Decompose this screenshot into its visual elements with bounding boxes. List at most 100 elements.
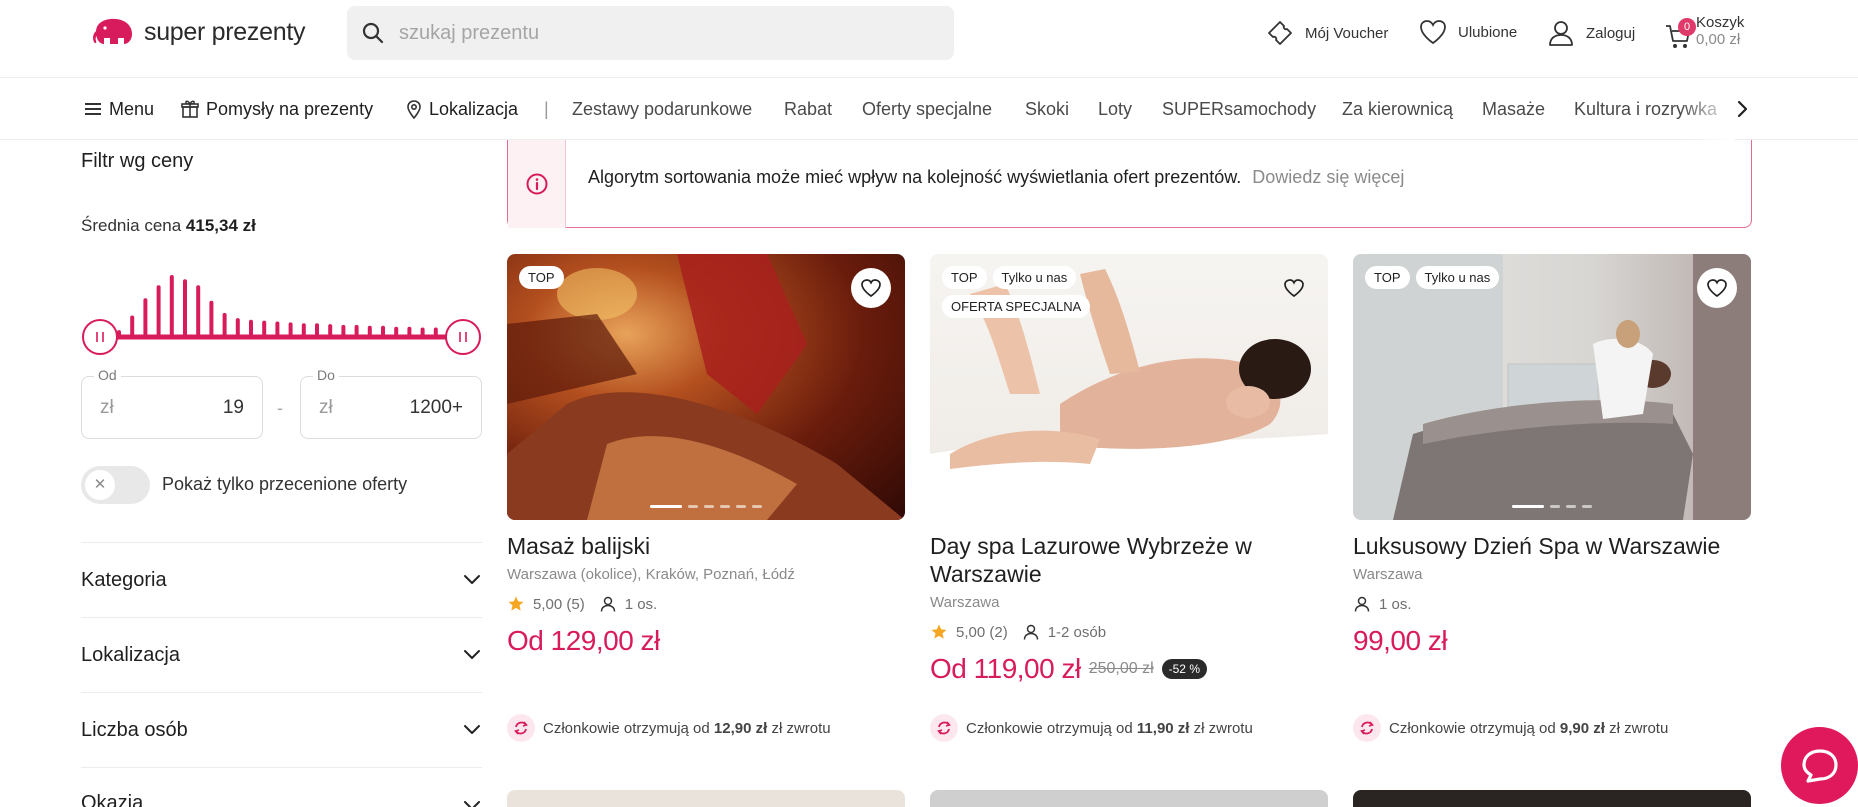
gift-icon (181, 100, 199, 118)
product-price-row: Od 129,00 zł (507, 625, 905, 657)
image-carousel-dots[interactable] (1081, 505, 1177, 508)
histogram-bar (143, 298, 148, 338)
sorting-info-banner: Algorytm sortowania może mieć wpływ na k… (507, 140, 1752, 228)
nav-item-loty[interactable]: Loty (1098, 78, 1132, 140)
product-price: Od 119,00 zł (930, 653, 1081, 684)
product-badge: Tylko u nas (1415, 266, 1500, 289)
chevron-down-icon (464, 725, 480, 734)
learn-more-link[interactable]: Dowiedz się więcej (1252, 167, 1404, 187)
histogram-bar (381, 325, 385, 337)
accordion-category[interactable]: Kategoria (81, 542, 482, 617)
login-link[interactable]: Zaloguj (1546, 18, 1635, 48)
heart-icon (1707, 279, 1727, 298)
product-image[interactable]: TOP Tylko u nas OFERTA SPECJALNA (930, 254, 1328, 520)
spa-room-photo (1353, 254, 1751, 520)
accordion-people[interactable]: Liczba osób (81, 692, 482, 767)
discounted-only-toggle[interactable]: ✕ (81, 466, 150, 504)
range-handle-min[interactable] (82, 319, 118, 355)
image-carousel-dots[interactable] (650, 505, 762, 508)
product-image[interactable]: TOP (507, 254, 905, 520)
person-icon (1023, 624, 1038, 640)
nav-next-button[interactable] (1735, 78, 1749, 140)
histogram-bar (407, 326, 412, 337)
star-icon (931, 624, 947, 639)
product-card[interactable]: TOP Tylko u nas Luksusowy Dzień Spa w Wa… (1353, 254, 1751, 657)
histogram-bar (209, 300, 214, 337)
accordion-category-label: Kategoria (81, 568, 167, 591)
product-people: 1 os. (624, 595, 658, 613)
nav-item-skoki[interactable]: Skoki (1025, 78, 1069, 140)
nav-location[interactable]: Lokalizacja (405, 78, 518, 140)
histogram-bar (275, 321, 280, 337)
image-carousel-dots[interactable] (1512, 505, 1592, 508)
range-handle-max[interactable] (445, 319, 481, 355)
nav-separator: | (544, 98, 549, 119)
favorites-link[interactable]: Ulubione (1418, 18, 1517, 46)
product-badge: TOP (1365, 266, 1410, 289)
price-histogram[interactable] (81, 265, 482, 355)
accordion-occasion[interactable]: Okazja (81, 767, 482, 807)
chat-button[interactable] (1781, 727, 1858, 804)
cart-link[interactable]: 0 Koszyk 0,00 zł (1664, 14, 1744, 48)
product-title[interactable]: Masaż balijski (507, 532, 905, 560)
product-price: Od 129,00 zł (507, 625, 660, 656)
price-from-label: Od (94, 367, 121, 383)
product-title[interactable]: Luksusowy Dzień Spa w Warszawie (1353, 532, 1751, 560)
nav-menu[interactable]: Menu (83, 78, 154, 140)
product-badge: Tylko u nas (992, 266, 1077, 289)
product-card-peek[interactable] (1353, 790, 1751, 807)
cashback-suffix: zł zwrotu (1193, 719, 1253, 737)
logo[interactable]: super prezenty (90, 16, 305, 48)
product-meta: 5,00 (2) 1-2 osób (930, 623, 1328, 641)
product-card[interactable]: TOP Tylko u nas OFERTA SPECJALNA Day spa… (930, 254, 1328, 685)
nav-item-masaze[interactable]: Masaże (1482, 78, 1545, 140)
category-nav: Menu Pomysły na prezenty Lokalizacja | Z… (0, 78, 1858, 140)
product-badges: TOP Tylko u nas OFERTA SPECJALNA (942, 266, 1172, 318)
nav-item-supersamochody[interactable]: SUPERsamochody (1162, 78, 1316, 140)
cart-count-badge: 0 (1678, 18, 1696, 36)
product-image[interactable]: TOP Tylko u nas (1353, 254, 1751, 520)
price-from-field[interactable]: Od zł 19 (81, 367, 263, 439)
favorite-button[interactable] (1697, 268, 1737, 308)
histogram-bar (341, 324, 346, 337)
product-card[interactable]: TOP Masaż balijski Warszawa (okolice), K… (507, 254, 905, 657)
histogram-bar (169, 275, 174, 337)
product-badges: TOP Tylko u nas (1365, 266, 1595, 289)
cashback-prefix: Członkowie otrzymują od (966, 719, 1133, 737)
location-pin-icon (407, 100, 421, 119)
product-title[interactable]: Day spa Lazurowe Wybrzeże w Warszawie (930, 532, 1328, 588)
product-rating: 5,00 (2) (956, 623, 1008, 641)
star-icon (508, 596, 524, 611)
price-from-value[interactable]: 19 (223, 397, 244, 419)
product-location: Warszawa (okolice), Kraków, Poznań, Łódź (507, 566, 795, 583)
product-badge: OFERTA SPECJALNA (942, 295, 1091, 318)
nav-gift-ideas[interactable]: Pomysły na prezenty (180, 78, 373, 140)
cashback-info: Członkowie otrzymują od 11,90 zł zł zwro… (930, 714, 1253, 742)
histogram-bar (301, 323, 306, 337)
voucher-link[interactable]: Mój Voucher (1265, 18, 1388, 48)
nav-item-rabat[interactable]: Rabat (784, 78, 832, 140)
nav-item-za-kierownica[interactable]: Za kierownicą (1342, 78, 1453, 140)
histogram-bar (249, 319, 253, 337)
product-card-peek[interactable] (930, 790, 1328, 807)
accordion-location[interactable]: Lokalizacja (81, 617, 482, 692)
price-to-value[interactable]: 1200+ (410, 397, 463, 419)
search-input[interactable] (399, 21, 919, 45)
heart-icon (1420, 20, 1446, 45)
price-to-field[interactable]: Do zł 1200+ (300, 367, 482, 439)
product-old-price: 250,00 zł (1088, 660, 1154, 677)
cashback-prefix: Członkowie otrzymują od (1389, 719, 1556, 737)
cashback-amount: 12,90 zł (713, 719, 768, 737)
search-bar[interactable] (347, 6, 954, 60)
nav-item-oferty[interactable]: Oferty specjalne (862, 78, 992, 140)
discount-badge: -52 % (1161, 659, 1207, 679)
nav-item-zestawy[interactable]: Zestawy podarunkowe (572, 78, 752, 140)
price-filter-title: Filtr wg ceny (81, 150, 194, 172)
favorite-button[interactable] (851, 268, 891, 308)
average-price-label: Średnia cena (81, 216, 182, 235)
product-card-peek[interactable] (507, 790, 905, 807)
chevron-down-icon (464, 650, 480, 659)
product-price: 99,00 zł (1353, 625, 1448, 656)
search-icon[interactable] (361, 21, 385, 45)
favorite-button[interactable] (1274, 268, 1314, 308)
